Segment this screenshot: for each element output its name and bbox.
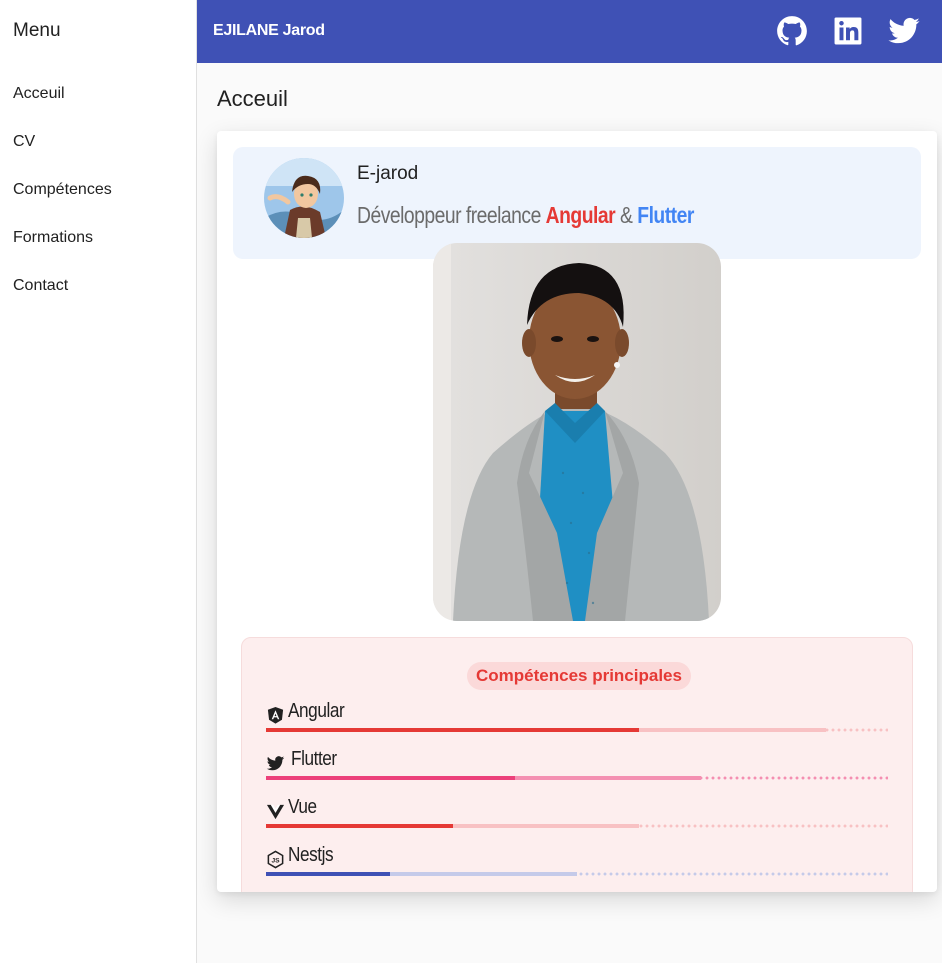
tagline-prefix: Développeur freelance (357, 202, 546, 228)
skill-flutter: Flutter (266, 746, 888, 786)
sidenav: Menu Acceuil CV Compétences Formations C… (0, 0, 197, 963)
profile-handle: E-jarod (357, 163, 419, 184)
skills-panel: Compétences principales Angular Flutter (241, 637, 913, 892)
skill-progress-bar (266, 824, 888, 828)
toolbar-title: EJILANE Jarod (213, 22, 325, 39)
tagline-separator: & (615, 202, 638, 228)
skill-progress-bar (266, 872, 888, 876)
nav-item-formations[interactable]: Formations (13, 229, 93, 247)
linkedin-icon[interactable] (831, 14, 865, 48)
nav-item-competences[interactable]: Compétences (13, 181, 112, 199)
twitter-icon[interactable] (887, 14, 921, 48)
skills-title: Compétences principales (467, 662, 691, 690)
bar-value (266, 824, 453, 828)
nav-item-cv[interactable]: CV (13, 133, 35, 151)
profile-photo (433, 243, 721, 621)
profile-tagline: Développeur freelance Angular & Flutter (357, 202, 694, 229)
nestjs-icon: JS (266, 850, 285, 869)
nav-item-contact[interactable]: Contact (13, 277, 68, 295)
profile-card: E-jarod Développeur freelance Angular & … (217, 131, 937, 892)
nav-item-acceuil[interactable]: Acceuil (13, 85, 65, 103)
skill-nestjs: JS Nestjs (266, 842, 888, 882)
skill-name: Flutter (291, 748, 337, 770)
toolbar: EJILANE Jarod (197, 0, 942, 63)
bar-value (266, 872, 391, 876)
bar-value (266, 728, 640, 732)
skill-angular: Angular (266, 698, 888, 738)
tagline-angular: Angular (545, 202, 616, 228)
avatar (264, 158, 344, 238)
skill-name: Nestjs (288, 844, 334, 866)
bar-value (266, 776, 515, 780)
github-icon[interactable] (775, 14, 809, 48)
svg-text:JS: JS (271, 858, 280, 865)
vue-icon (266, 802, 285, 821)
flutter-icon (266, 754, 285, 773)
skill-progress-bar (266, 728, 888, 732)
skill-name: Vue (288, 796, 317, 818)
page-title: Acceuil (217, 86, 288, 111)
skill-name: Angular (288, 700, 345, 722)
angular-icon (266, 706, 285, 725)
skill-progress-bar (266, 776, 888, 780)
skill-vue: Vue (266, 794, 888, 834)
tagline-flutter: Flutter (637, 202, 694, 228)
sidenav-title: Menu (13, 20, 61, 41)
